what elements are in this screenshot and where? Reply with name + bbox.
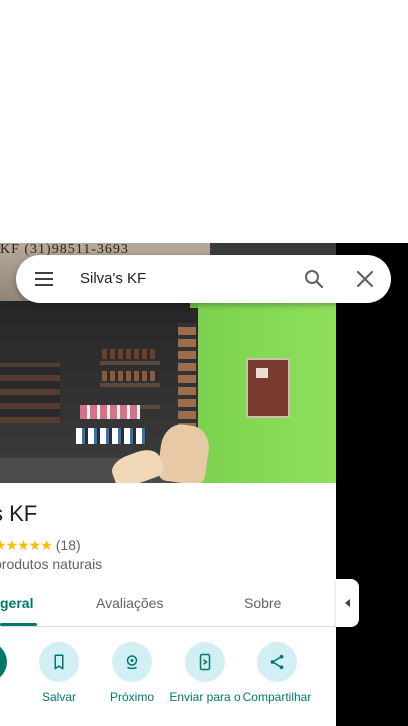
tab-reviews[interactable]: Avaliações [96,595,163,611]
nearby-button[interactable]: Próximo [95,642,169,704]
nearby-icon [112,642,152,682]
share-label: Compartilhar [242,690,312,704]
share-button[interactable]: Compartilhar [240,642,314,704]
directions-button[interactable]: s [0,642,24,704]
caret-left-icon [344,599,350,607]
directions-icon [0,642,7,682]
search-icon[interactable] [302,267,326,291]
tab-about[interactable]: Sobre [244,595,281,611]
search-input[interactable]: Silva's KF [80,270,146,287]
place-name: s KF [0,501,38,526]
send-to-phone-button[interactable]: Enviar para o [168,642,242,704]
send-to-phone-icon [185,642,225,682]
save-button[interactable]: Salvar [22,642,96,704]
close-icon[interactable] [353,267,377,291]
send-to-phone-label: Enviar para o [169,690,241,704]
save-label: Salvar [41,690,76,704]
star-rating: ★★★★★ [0,536,53,553]
bookmark-icon [39,642,79,682]
place-category[interactable]: produtos naturais [0,556,102,572]
maps-page: KF (31)98511-3693 s KF ★★★★★ (18) produt… [0,0,408,726]
tab-overview[interactable]: geral [0,595,33,611]
search-bar[interactable]: Silva's KF [16,255,391,303]
tab-indicator [0,623,37,626]
review-count[interactable]: (18) [56,537,81,553]
directions-label: s [0,690,24,704]
rating-row: ★★★★★ (18) [0,536,81,554]
nearby-label: Próximo [109,690,154,704]
menu-icon[interactable] [32,267,56,291]
map-area[interactable] [336,243,408,726]
place-panel: KF (31)98511-3693 s KF ★★★★★ (18) produt… [0,243,336,726]
place-tabs: geral Avaliações Sobre [0,585,336,627]
share-icon [257,642,297,682]
collapse-panel-button[interactable] [336,579,359,627]
